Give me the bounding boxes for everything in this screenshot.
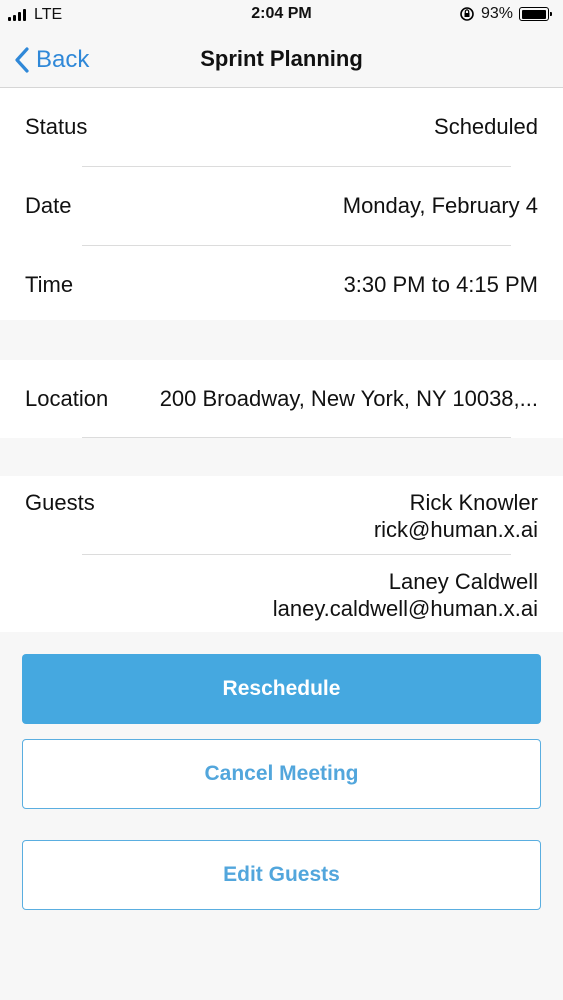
status-bar: LTE 2:04 PM 93%: [0, 0, 563, 32]
nav-bar: Back Sprint Planning: [0, 32, 563, 88]
location-group: Location 200 Broadway, New York, NY 1003…: [0, 360, 563, 438]
date-row: Date Monday, February 4: [0, 167, 563, 245]
time-row: Time 3:30 PM to 4:15 PM: [0, 246, 563, 324]
guest-entry: Guests Rick Knowler rick@human.x.ai: [0, 476, 563, 554]
guest-email: laney.caldwell@human.x.ai: [272, 596, 538, 621]
battery-icon: [519, 7, 552, 21]
meeting-details-group: Status Scheduled Date Monday, February 4…: [0, 88, 563, 320]
page-title: Sprint Planning: [200, 46, 363, 71]
guests-label: Guests: [25, 490, 95, 515]
time-label: Time: [25, 272, 74, 297]
status-row: Status Scheduled: [0, 88, 563, 166]
status-label: Status: [25, 114, 88, 139]
guest-name: Rick Knowler: [409, 490, 538, 515]
time-value: 3:30 PM to 4:15 PM: [343, 272, 538, 297]
battery-area: 93%: [459, 5, 552, 23]
date-value: Monday, February 4: [342, 193, 538, 218]
location-value: 200 Broadway, New York, NY 10038,...: [159, 386, 538, 411]
location-row[interactable]: Location 200 Broadway, New York, NY 1003…: [0, 360, 563, 438]
reschedule-button[interactable]: Reschedule: [22, 654, 541, 724]
cancel-meeting-button[interactable]: Cancel Meeting: [22, 739, 541, 809]
status-value: Scheduled: [434, 114, 538, 139]
edit-guests-button[interactable]: Edit Guests: [22, 840, 541, 910]
battery-percent: 93%: [480, 5, 513, 22]
guests-group: Guests Rick Knowler rick@human.x.ai Lane…: [0, 476, 563, 632]
orientation-lock-icon: [460, 7, 474, 21]
guest-name: Laney Caldwell: [388, 569, 538, 594]
divider: [82, 437, 511, 438]
date-label: Date: [25, 193, 72, 218]
location-label: Location: [25, 386, 109, 411]
guest-entry: Laney Caldwell laney.caldwell@human.x.ai: [0, 555, 563, 632]
guest-email: rick@human.x.ai: [373, 517, 538, 542]
